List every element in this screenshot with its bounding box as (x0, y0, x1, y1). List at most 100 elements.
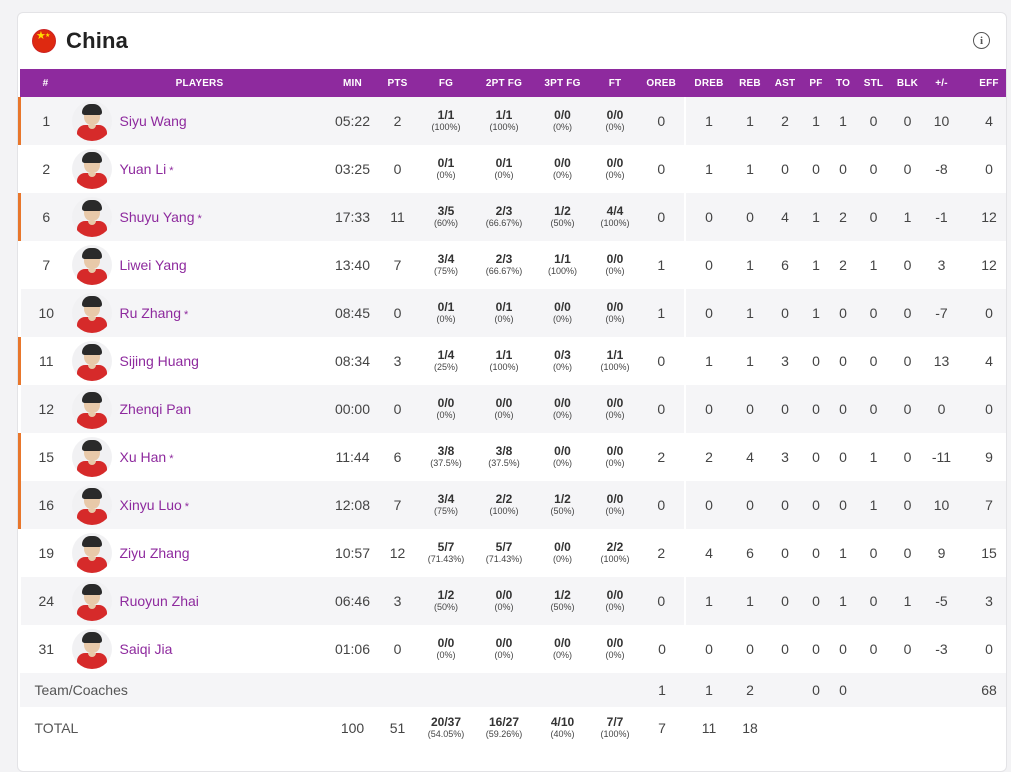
player-cell[interactable]: Siyu Wang (71, 97, 328, 145)
player-name-link[interactable]: Zhenqi Pan (120, 401, 192, 417)
player-cell[interactable]: Ruoyun Zhai (71, 577, 328, 625)
avatar[interactable] (71, 629, 112, 669)
column-header-eff[interactable]: EFF (959, 69, 1007, 97)
avatar[interactable] (71, 101, 112, 141)
column-header-oreb[interactable]: OREB (639, 69, 686, 97)
fg-pct: (75%) (433, 266, 458, 277)
player-info[interactable]: Liwei Yang (71, 245, 328, 285)
dreb: 4 (705, 545, 713, 561)
player-cell[interactable]: Ziyu Zhang (71, 529, 328, 577)
player-info[interactable]: Saiqi Jia (71, 629, 328, 669)
fg2-pct: (59.26%) (485, 729, 523, 740)
player-info[interactable]: Yuan Li * (71, 149, 328, 189)
player-name-link[interactable]: Siyu Wang (120, 113, 187, 129)
player-name-link[interactable]: Xu Han * (120, 449, 174, 465)
column-header-reb[interactable]: REB (733, 69, 768, 97)
column-header-ft[interactable]: FT (592, 69, 639, 97)
player-name-link[interactable]: Sijing Huang (120, 353, 199, 369)
avatar[interactable] (71, 293, 112, 333)
avatar[interactable] (71, 437, 112, 477)
oreb: 2 (657, 449, 666, 465)
player-info[interactable]: Ruoyun Zhai (71, 581, 328, 621)
ft-pct: (0%) (605, 314, 625, 325)
ft-value: 0/0 (606, 636, 624, 651)
table-row: 11 Sijing Huang 08:34 3 1/4 (25%) 1/1 (100%) 0/3… (18, 337, 1006, 385)
column-header-players[interactable]: PLAYERS (72, 69, 328, 97)
reb: 4 (746, 449, 754, 465)
column-header-blk[interactable]: BLK (891, 69, 925, 97)
player-info[interactable]: Zhenqi Pan (71, 389, 328, 429)
player-info[interactable]: Sijing Huang (71, 341, 328, 381)
fg-pct: (0%) (436, 410, 456, 421)
column-header-pts[interactable]: PTS (378, 69, 418, 97)
avatar[interactable] (71, 533, 112, 573)
oreb: 1 (638, 673, 686, 707)
fg2: 0/0 (0%) (475, 385, 534, 433)
player-name-link[interactable]: Saiqi Jia (120, 641, 173, 657)
player-cell[interactable]: Xu Han * (71, 433, 328, 481)
oreb: 1 (657, 257, 666, 273)
player-name-link[interactable]: Shuyu Yang * (120, 209, 202, 225)
player-cell[interactable]: Liwei Yang (71, 241, 328, 289)
avatar[interactable] (71, 389, 112, 429)
info-icon[interactable]: i (973, 32, 990, 49)
column-header-[interactable]: # (20, 69, 72, 97)
stl: 0 (869, 401, 878, 417)
dreb: 0 (705, 641, 713, 657)
player-name-link[interactable]: Liwei Yang (120, 257, 187, 273)
fg3-value: 0/0 (554, 396, 571, 411)
ft-pct: (100%) (600, 218, 630, 229)
player-cell[interactable]: Xinyu Luo * (71, 481, 328, 529)
plus-minus: 3 (937, 257, 946, 273)
player-info[interactable]: Ziyu Zhang (71, 533, 328, 573)
column-header-[interactable]: +/- (925, 69, 959, 97)
avatar[interactable] (71, 245, 112, 285)
dreb: 0 (705, 209, 713, 225)
avatar[interactable] (71, 149, 112, 189)
fg: 0/1 (0%) (418, 145, 475, 193)
column-header-fg[interactable]: FG (418, 69, 475, 97)
column-header-2pt-fg[interactable]: 2PT FG (475, 69, 534, 97)
hair-shape (81, 488, 102, 499)
column-header-pf[interactable]: PF (803, 69, 830, 97)
player-info[interactable]: Siyu Wang (71, 101, 328, 141)
fg-value: 0/0 (437, 396, 455, 411)
player-name-link[interactable]: Xinyu Luo * (120, 497, 190, 513)
stl: 1 (869, 497, 878, 513)
player-cell[interactable]: Zhenqi Pan (71, 385, 328, 433)
player-name-link[interactable]: Ru Zhang * (120, 305, 189, 321)
player-info[interactable]: Ru Zhang * (71, 293, 328, 333)
avatar[interactable] (71, 341, 112, 381)
player-info[interactable]: Xinyu Luo * (71, 485, 328, 525)
column-header-ast[interactable]: AST (768, 69, 803, 97)
reb: 1 (746, 257, 754, 273)
column-header-dreb[interactable]: DREB (686, 69, 733, 97)
avatar[interactable] (71, 581, 112, 621)
column-header-to[interactable]: TO (830, 69, 857, 97)
column-header-min[interactable]: MIN (328, 69, 378, 97)
fg2-value: 2/2 (495, 492, 513, 507)
avatar[interactable] (71, 485, 112, 525)
fg2-pct: (100%) (489, 122, 519, 133)
player-info[interactable]: Shuyu Yang * (71, 197, 328, 237)
jersey-shape (76, 509, 107, 525)
points: 2 (393, 113, 402, 129)
points: 0 (393, 641, 402, 657)
column-header-3pt-fg[interactable]: 3PT FG (534, 69, 592, 97)
player-cell[interactable]: Saiqi Jia (71, 625, 328, 673)
player-info[interactable]: Xu Han * (71, 437, 328, 477)
team-coaches-label: Team/Coaches (19, 673, 639, 707)
player-name-link[interactable]: Ruoyun Zhai (120, 593, 199, 609)
star-icon: * (197, 213, 202, 225)
table-header-row: # PLAYERS MIN PTS FG 2PT FG 3PT FG FT OREB DREB RE… (19, 69, 1007, 97)
player-cell[interactable]: Ru Zhang * (71, 289, 328, 337)
column-header-stl[interactable]: STL (857, 69, 891, 97)
player-cell[interactable]: Sijing Huang (71, 337, 328, 385)
avatar[interactable] (71, 197, 112, 237)
player-cell[interactable]: Yuan Li * (71, 145, 328, 193)
player-cell[interactable]: Shuyu Yang * (71, 193, 328, 241)
eff: 4 (985, 353, 993, 369)
player-name-link[interactable]: Yuan Li * (120, 161, 174, 177)
fg-value: 3/4 (437, 492, 455, 507)
player-name-link[interactable]: Ziyu Zhang (120, 545, 190, 561)
